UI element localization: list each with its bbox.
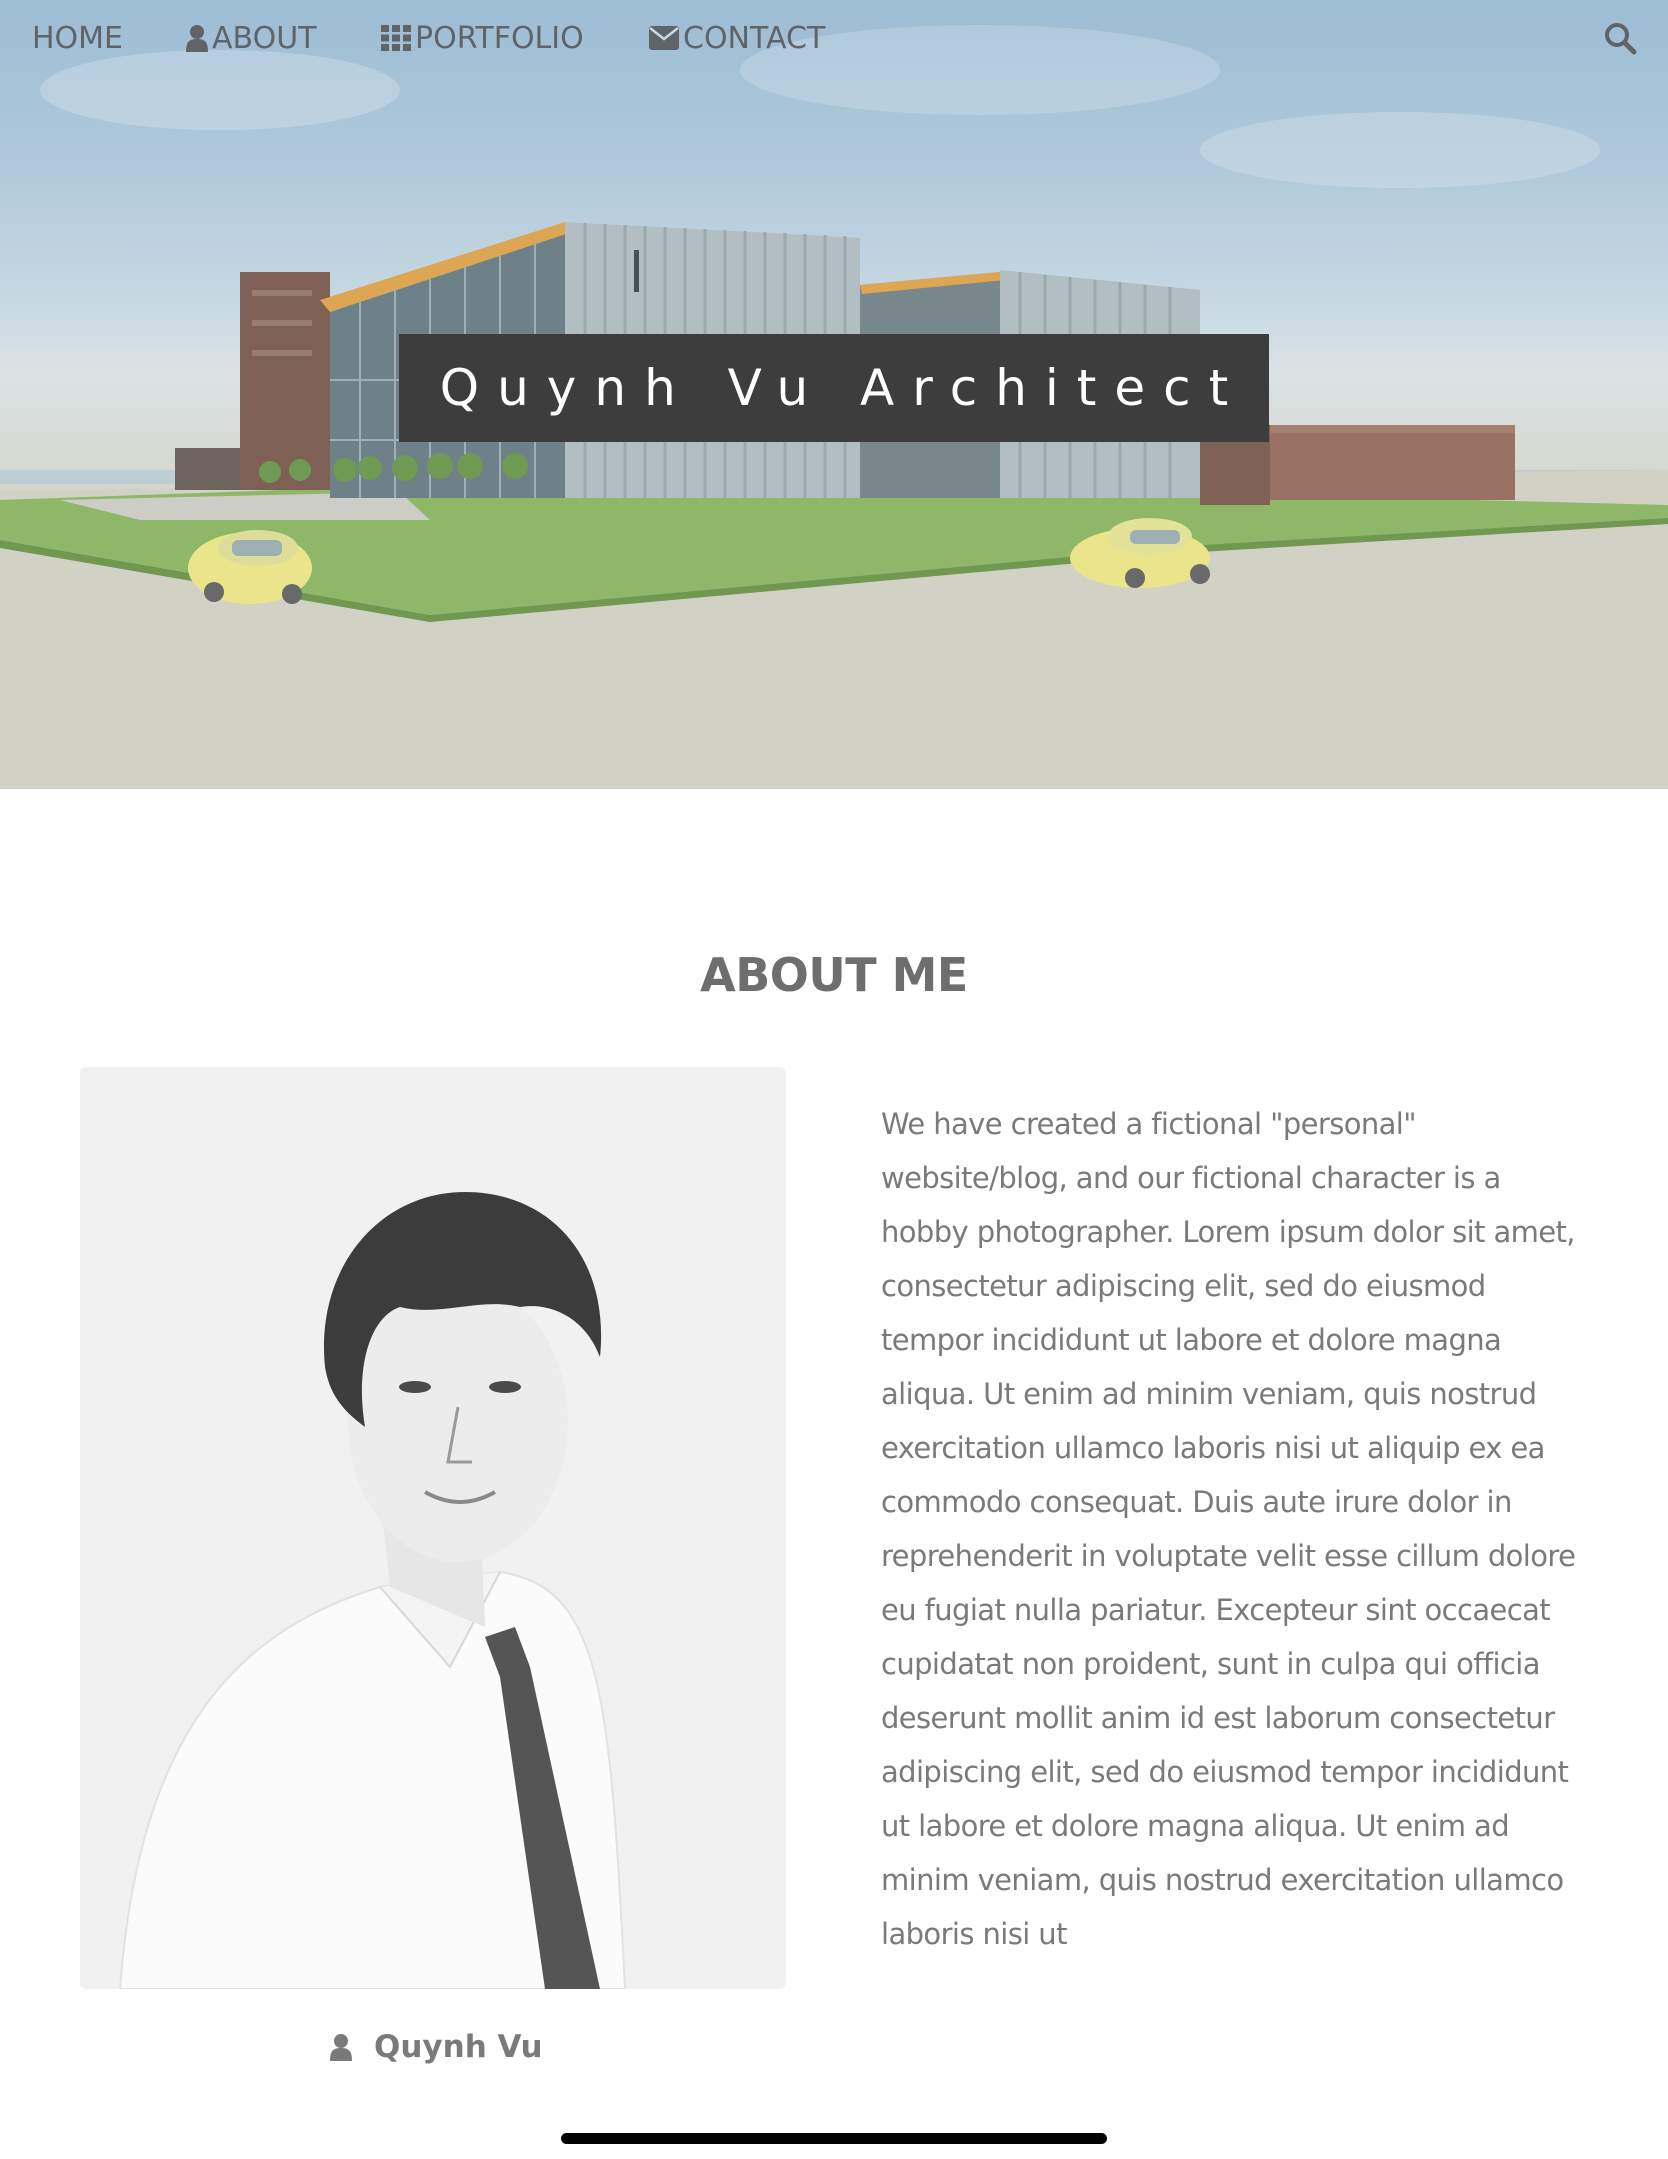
envelope-icon (649, 26, 679, 50)
user-icon (330, 2034, 352, 2061)
portrait-illustration (118, 1192, 627, 1989)
nav-contact-label: CONTACT (683, 20, 826, 56)
nav-portfolio-label: PORTFOLIO (415, 20, 584, 56)
user-icon (186, 25, 208, 52)
photo-caption: Quynh Vu (330, 2025, 543, 2069)
nav-home[interactable]: HOME (32, 18, 123, 58)
nav-portfolio[interactable]: PORTFOLIO (381, 18, 584, 58)
profile-photo (80, 1067, 786, 1989)
about-heading: ABOUT ME (700, 948, 968, 1002)
hero-title: Quynh Vu Architect (399, 334, 1269, 442)
top-navigation: HOME ABOUT PORTFOLIO CONTACT (0, 0, 1668, 78)
hero-banner: Quynh Vu Architect (0, 0, 1668, 789)
nav-contact[interactable]: CONTACT (649, 18, 825, 58)
grid-icon (381, 25, 411, 51)
nav-home-label: HOME (32, 20, 124, 56)
nav-about-label: ABOUT (212, 20, 317, 56)
home-indicator-bar[interactable] (561, 2133, 1107, 2144)
search-icon (1605, 23, 1637, 55)
caption-name: Quynh Vu (374, 2029, 543, 2065)
search-button[interactable] (1604, 22, 1638, 56)
about-bio-text: We have created a fictional "personal" w… (881, 1107, 1576, 1951)
nav-about[interactable]: ABOUT (186, 18, 316, 58)
